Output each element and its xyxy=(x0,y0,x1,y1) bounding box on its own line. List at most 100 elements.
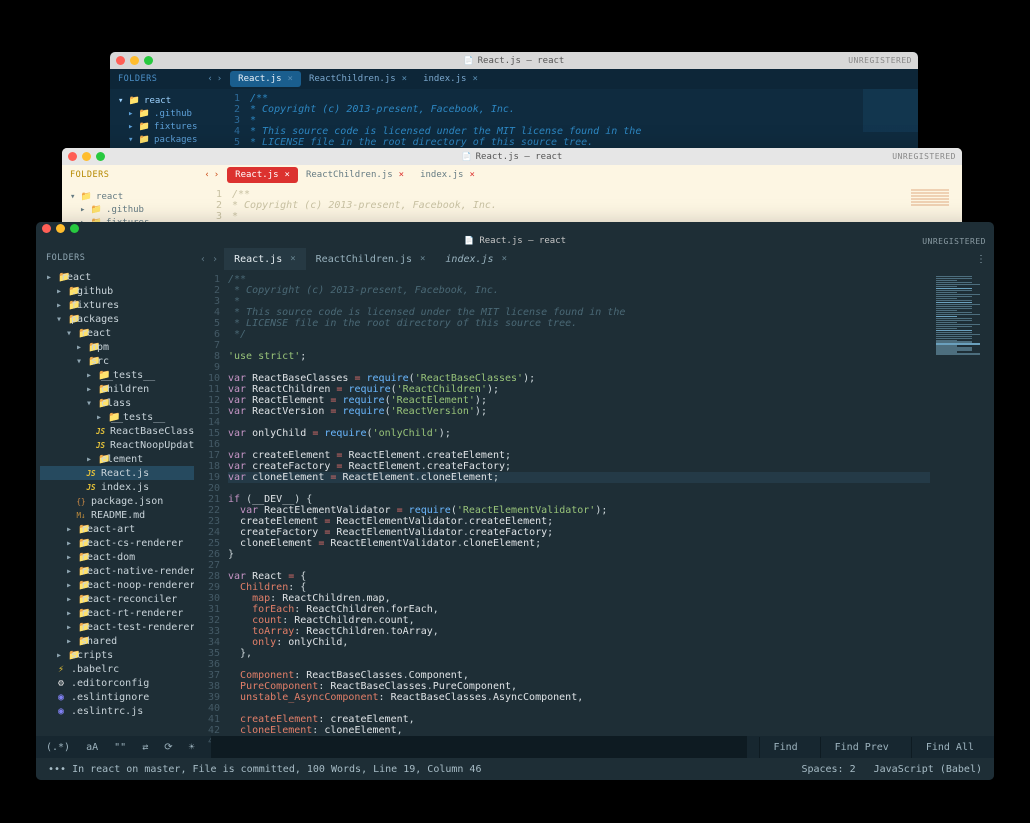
gutter: 1234567891011121314151617181920212223242… xyxy=(194,270,228,736)
sidebar-item-class[interactable]: ▾ 📁class xyxy=(40,396,194,410)
find-bar: (.*) aA "" ⇄ ⟳ ☀ Find Find Prev Find All xyxy=(36,736,994,758)
sidebar-item-reactnoopupdatequeue-j[interactable]: JSReactNoopUpdateQueue.j xyxy=(40,438,194,452)
sidebar-item-react-cs-renderer[interactable]: ▸ 📁react-cs-renderer xyxy=(40,536,194,550)
sidebar-item-readme-md[interactable]: M↓README.md xyxy=(40,508,194,522)
status-syntax[interactable]: JavaScript (Babel) xyxy=(874,764,982,775)
close-tab-icon[interactable]: × xyxy=(469,170,474,180)
tab-react-js[interactable]: React.js× xyxy=(224,248,306,270)
tab-react-js[interactable]: React.js× xyxy=(230,71,301,87)
code-editor[interactable]: 1234567891011121314151617181920212223242… xyxy=(194,270,994,736)
tab-index-js[interactable]: index.js× xyxy=(435,248,517,270)
close-tab-icon[interactable]: × xyxy=(502,254,507,264)
tab-react-children[interactable]: ReactChildren.js× xyxy=(306,248,436,270)
sidebar-item--github[interactable]: ▸ 📁.github xyxy=(40,284,194,298)
sidebar-item-react-reconciler[interactable]: ▸ 📁react-reconciler xyxy=(40,592,194,606)
folder-github[interactable]: ▸ 📁 .github xyxy=(70,203,184,216)
tab-index-js[interactable]: index.js× xyxy=(415,71,486,87)
case-toggle[interactable]: aA xyxy=(82,740,102,755)
sidebar-item-package-json[interactable]: {}package.json xyxy=(40,494,194,508)
sidebar-item-reactbaseclasses-js[interactable]: JSReactBaseClasses.js xyxy=(40,424,194,438)
close-tab-icon[interactable]: × xyxy=(420,254,425,264)
close-tab-icon[interactable]: × xyxy=(472,74,477,84)
sidebar-item-scripts[interactable]: ▸ 📁scripts xyxy=(40,648,194,662)
sidebar-item-react-noop-renderer[interactable]: ▸ 📁react-noop-renderer xyxy=(40,578,194,592)
sidebar-item-packages[interactable]: ▾ 📁packages xyxy=(40,312,194,326)
sidebar-item--eslintignore[interactable]: ◉.eslintignore xyxy=(40,690,194,704)
sidebar-item--eslintrc-js[interactable]: ◉.eslintrc.js xyxy=(40,704,194,718)
sidebar-item-npm[interactable]: ▸ 📁npm xyxy=(40,340,194,354)
fo-icon: ▸ 📁 xyxy=(76,342,86,353)
close-tab-icon[interactable]: × xyxy=(285,170,290,180)
in-selection-toggle[interactable]: ⟳ xyxy=(160,740,176,755)
tab-react-js[interactable]: React.js× xyxy=(227,167,298,183)
minimap[interactable] xyxy=(930,270,994,736)
sidebar-item-react-js[interactable]: JSReact.js xyxy=(40,466,194,480)
fo-icon: ▸ 📁 xyxy=(66,636,76,647)
file-label: children xyxy=(101,384,149,395)
nav-arrows[interactable]: ‹› xyxy=(207,74,222,84)
wrap-toggle[interactable]: ⇄ xyxy=(138,740,152,755)
sidebar-item-react-art[interactable]: ▸ 📁react-art xyxy=(40,522,194,536)
find-prev-button[interactable]: Find Prev xyxy=(820,737,903,758)
file-label: .eslintrc.js xyxy=(71,706,143,717)
nav-arrows[interactable]: ‹› xyxy=(204,170,219,180)
status-spaces[interactable]: Spaces: 2 xyxy=(801,764,855,775)
header-row: FOLDERS ‹› React.js× ReactChildren.js× i… xyxy=(36,248,994,270)
sidebar[interactable]: ▸ 📁react▸ 📁.github▸ 📁fixtures▾ 📁packages… xyxy=(36,270,194,736)
titlebar[interactable] xyxy=(36,222,994,234)
nav-back-icon[interactable]: ‹ xyxy=(200,254,206,265)
folder-fixtures[interactable]: ▸ 📁 fixtures xyxy=(118,120,202,133)
nav-back-icon[interactable]: ‹ xyxy=(207,74,212,84)
sidebar-item--editorconfig[interactable]: ⚙.editorconfig xyxy=(40,676,194,690)
sidebar-item-react-native-renderer[interactable]: ▸ 📁react-native-renderer xyxy=(40,564,194,578)
find-all-button[interactable]: Find All xyxy=(911,737,988,758)
close-tab-icon[interactable]: × xyxy=(288,74,293,84)
whole-word-toggle[interactable]: "" xyxy=(110,740,130,755)
sidebar-item-element[interactable]: ▸ 📁element xyxy=(40,452,194,466)
sidebar-item-src[interactable]: ▾ 📁src xyxy=(40,354,194,368)
sidebar-item-react-dom[interactable]: ▸ 📁react-dom xyxy=(40,550,194,564)
zoom-icon[interactable] xyxy=(70,224,79,233)
highlight-toggle[interactable]: ☀ xyxy=(185,740,199,755)
nav-fwd-icon[interactable]: › xyxy=(217,74,222,84)
sidebar-item-react[interactable]: ▸ 📁react xyxy=(40,270,194,284)
find-input[interactable] xyxy=(211,736,747,758)
tab-index-js[interactable]: index.js× xyxy=(412,167,483,183)
close-icon[interactable] xyxy=(42,224,51,233)
sidebar-item--tests-[interactable]: ▸ 📁__tests__ xyxy=(40,410,194,424)
file-label: __tests__ xyxy=(101,370,155,381)
folder-react[interactable]: ▾ 📁 react xyxy=(70,190,184,203)
menu-icon[interactable]: ⋮ xyxy=(968,248,994,270)
close-tab-icon[interactable]: × xyxy=(402,74,407,84)
sidebar-item-children[interactable]: ▸ 📁children xyxy=(40,382,194,396)
titlebar[interactable]: React.js — react UNREGISTERED xyxy=(110,52,918,69)
traffic-lights[interactable] xyxy=(42,224,79,233)
nav-arrows[interactable]: ‹› xyxy=(194,248,224,270)
close-tab-icon[interactable]: × xyxy=(399,170,404,180)
find-button[interactable]: Find xyxy=(759,737,812,758)
close-tab-icon[interactable]: × xyxy=(290,254,295,264)
file-label: react-cs-renderer xyxy=(81,538,183,549)
nav-fwd-icon[interactable]: › xyxy=(212,254,218,265)
minimize-icon[interactable] xyxy=(56,224,65,233)
sidebar-item-react-rt-renderer[interactable]: ▸ 📁react-rt-renderer xyxy=(40,606,194,620)
sidebar-item-shared[interactable]: ▸ 📁shared xyxy=(40,634,194,648)
sidebar-item-react-test-renderer[interactable]: ▸ 📁react-test-renderer xyxy=(40,620,194,634)
code-text[interactable]: /** * Copyright (c) 2013-present, Facebo… xyxy=(228,270,930,736)
sidebar-item--babelrc[interactable]: ⚡.babelrc xyxy=(40,662,194,676)
file-label: README.md xyxy=(91,510,145,521)
sidebar-item-fixtures[interactable]: ▸ 📁fixtures xyxy=(40,298,194,312)
folder-react[interactable]: ▾ 📁 react xyxy=(118,94,202,107)
folder-packages[interactable]: ▾ 📁 packages xyxy=(118,133,202,146)
regex-toggle[interactable]: (.*) xyxy=(42,740,74,755)
titlebar[interactable]: React.js — react UNREGISTERED xyxy=(62,148,962,165)
nav-fwd-icon[interactable]: › xyxy=(214,170,219,180)
sidebar-item-index-js[interactable]: JSindex.js xyxy=(40,480,194,494)
fo-icon: ▸ 📁 xyxy=(66,524,76,535)
folder-github[interactable]: ▸ 📁 .github xyxy=(118,107,202,120)
sidebar-item-react[interactable]: ▾ 📁react xyxy=(40,326,194,340)
tab-react-children[interactable]: ReactChildren.js× xyxy=(301,71,415,87)
sidebar-item--tests-[interactable]: ▸ 📁__tests__ xyxy=(40,368,194,382)
nav-back-icon[interactable]: ‹ xyxy=(204,170,209,180)
tab-react-children[interactable]: ReactChildren.js× xyxy=(298,167,412,183)
